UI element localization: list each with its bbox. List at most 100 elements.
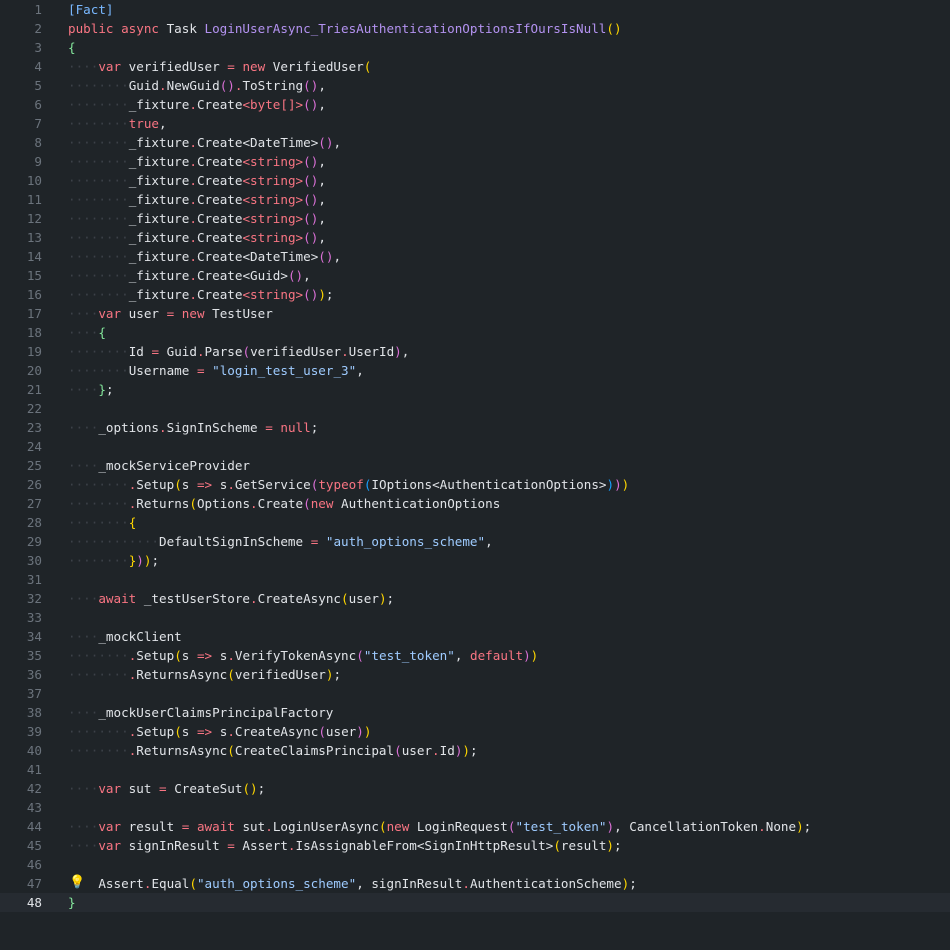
code-token: = — [227, 838, 235, 853]
code-token: Guid — [128, 78, 160, 93]
code-token: ( — [227, 667, 235, 682]
code-line[interactable]: 12 ········_fixture.Create<string>(), — [0, 209, 950, 228]
line-number: 27 — [26, 496, 42, 511]
code-line[interactable]: 33 — [0, 608, 950, 627]
code-line[interactable]: 3{ — [0, 38, 950, 57]
code-line[interactable]: 40 ········.ReturnsAsync(CreateClaimsPrin… — [0, 741, 950, 760]
line-number: 41 — [26, 762, 42, 777]
code-token: . — [341, 344, 349, 359]
code-token: () — [303, 287, 319, 302]
code-token: ( — [318, 724, 326, 739]
code-line[interactable]: 27 ········.Returns(Options.Create(new Au… — [0, 494, 950, 513]
code-line[interactable]: 2 public async Task LoginUserAsync_TriesA… — [0, 19, 950, 38]
code-line[interactable]: 21 ····}; — [0, 380, 950, 399]
code-line[interactable]: 18 ····{ — [0, 323, 950, 342]
code-token: var — [98, 59, 122, 74]
code-text: ········_fixture.Create<string>(), — [68, 171, 326, 190]
code-line[interactable]: 24 — [0, 437, 950, 456]
code-line[interactable]: 48} — [0, 893, 950, 912]
line-number: 9 — [34, 154, 42, 169]
code-text: ········.ReturnsAsync(CreateClaimsPrinci… — [68, 741, 478, 760]
code-line[interactable]: 20 ········Username = "login_test_user_3"… — [0, 361, 950, 380]
code-line[interactable]: 23 ····_options.SignInScheme = null; — [0, 418, 950, 437]
code-token: UserId — [348, 344, 395, 359]
lightbulb-icon[interactable]: 💡 — [69, 875, 85, 891]
code-token: s — [181, 648, 197, 663]
code-line[interactable]: 19 ········Id = Guid.Parse(verifiedUser.U… — [0, 342, 950, 361]
code-line[interactable]: 36 ········.ReturnsAsync(verifiedUser); — [0, 665, 950, 684]
code-token: . — [189, 135, 197, 150]
code-line[interactable]: 42 ····var sut = CreateSut(); — [0, 779, 950, 798]
code-token: , — [356, 363, 364, 378]
code-line[interactable]: 17 ····var user = new TestUser — [0, 304, 950, 323]
code-line[interactable]: 9 ········_fixture.Create<string>(), — [0, 152, 950, 171]
code-line[interactable]: 39 ········.Setup(s => s.CreateAsync(user… — [0, 722, 950, 741]
code-line[interactable]: 31 — [0, 570, 950, 589]
code-text: ····var result = await sut.LoginUserAsyn… — [68, 817, 811, 836]
code-token: , CancellationToken — [614, 819, 759, 834]
code-token: , — [318, 192, 326, 207]
code-line[interactable]: 22 — [0, 399, 950, 418]
code-line[interactable]: 41 — [0, 760, 950, 779]
code-token: { — [98, 325, 106, 340]
code-text: ····{ — [68, 323, 106, 342]
code-line[interactable]: 44 ····var result = await sut.LoginUserAs… — [0, 817, 950, 836]
code-token: var — [98, 819, 122, 834]
code-line[interactable]: 30 ········})); — [0, 551, 950, 570]
indent-guide: ···· — [98, 135, 129, 150]
code-line[interactable]: 46 — [0, 855, 950, 874]
code-line[interactable]: 15 ········_fixture.Create<Guid>(), — [0, 266, 950, 285]
code-token: GetService — [234, 477, 311, 492]
code-line[interactable]: 29 ············DefaultSignInScheme = "aut… — [0, 532, 950, 551]
code-line[interactable]: 38 ····_mockUserClaimsPrincipalFactory — [0, 703, 950, 722]
code-token: ( — [378, 819, 387, 834]
code-line[interactable]: 4 ····var verifiedUser = new VerifiedUser… — [0, 57, 950, 76]
code-line[interactable]: 25 ····_mockServiceProvider — [0, 456, 950, 475]
code-line[interactable]: 37 — [0, 684, 950, 703]
code-token: string — [250, 192, 296, 207]
code-line[interactable]: 7 ········true, — [0, 114, 950, 133]
code-token: ; — [325, 287, 334, 302]
code-token: . — [159, 420, 167, 435]
line-number: 8 — [34, 135, 42, 150]
code-token: ) — [363, 724, 372, 739]
code-token: ; — [257, 781, 266, 796]
code-line[interactable]: 34 ····_mockClient — [0, 627, 950, 646]
code-line[interactable]: 43 — [0, 798, 950, 817]
code-line[interactable]: 26 ········.Setup(s => s.GetService(typeo… — [0, 475, 950, 494]
code-line[interactable]: 6 ········_fixture.Create<byte[]>(), — [0, 95, 950, 114]
code-line[interactable]: 32 ····await _testUserStore.CreateAsync(u… — [0, 589, 950, 608]
code-line[interactable]: 1 [Fact] — [0, 0, 950, 19]
code-token: , — [318, 173, 326, 188]
code-line[interactable]: 13 ········_fixture.Create<string>(), — [0, 228, 950, 247]
code-token: _fixture — [128, 230, 190, 245]
code-editor[interactable]: 1 [Fact] 2 public async Task LoginUserAsync… — [0, 0, 950, 950]
indent-guide: ···· — [98, 724, 129, 739]
line-number: 2 — [34, 21, 42, 36]
code-line[interactable]: 28 ········{ — [0, 513, 950, 532]
code-token: new — [310, 496, 334, 511]
code-line[interactable]: 5 ········Guid.NewGuid().ToString(), — [0, 76, 950, 95]
code-token: Create — [196, 268, 243, 283]
code-line[interactable]: 10 ········_fixture.Create<string>(), — [0, 171, 950, 190]
code-token: ReturnsAsync — [136, 667, 228, 682]
code-line[interactable]: 35 ········.Setup(s => s.VerifyTokenAsync… — [0, 646, 950, 665]
code-token: DefaultSignInScheme — [159, 534, 311, 549]
code-line[interactable]: 45 ····var signInResult = Assert.IsAssign… — [0, 836, 950, 855]
code-token: s — [181, 724, 197, 739]
code-token: . — [189, 173, 197, 188]
code-token: () — [303, 230, 319, 245]
code-token: Returns — [136, 496, 190, 511]
code-token: Setup — [136, 648, 175, 663]
code-token: , — [318, 230, 326, 245]
code-line[interactable]: 16 ········_fixture.Create<string>()); — [0, 285, 950, 304]
code-line[interactable]: 11 ········_fixture.Create<string>(), — [0, 190, 950, 209]
code-line[interactable]: 8 ········_fixture.Create<DateTime>(), — [0, 133, 950, 152]
line-number: 11 — [26, 192, 42, 207]
code-token: . — [250, 591, 258, 606]
code-line[interactable]: 14 ········_fixture.Create<DateTime>(), — [0, 247, 950, 266]
indent-guide: ···· — [98, 78, 129, 93]
code-line[interactable]: 47 Assert. Equal("auth_options_scheme", s… — [0, 874, 950, 893]
line-number: 3 — [34, 40, 42, 55]
code-token: , — [303, 268, 311, 283]
